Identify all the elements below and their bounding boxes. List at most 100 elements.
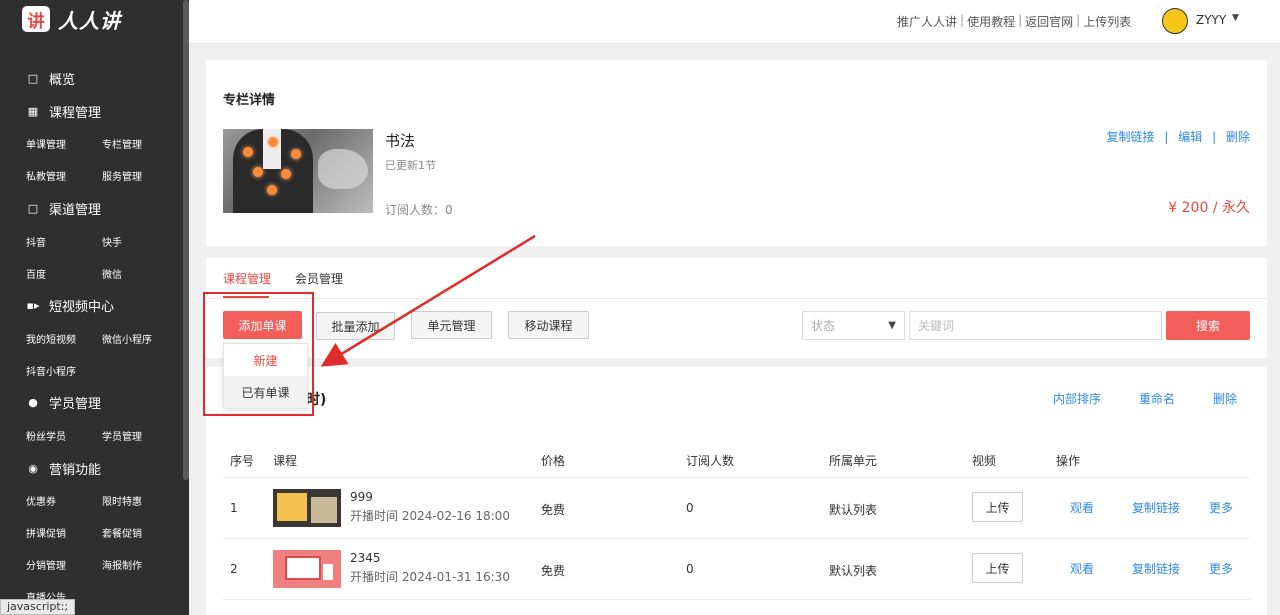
sidebar-item-fans[interactable]: 粉丝学员 [26, 428, 66, 443]
sidebar-item-douyin-mini[interactable]: 抖音小程序 [26, 363, 76, 378]
nav-section-label: 概览 [49, 73, 76, 88]
action-separator: | [1164, 130, 1169, 144]
col-unit: 所属单元 [829, 454, 878, 468]
status-bar-url: javascript:; [0, 599, 76, 615]
column-cover-image [223, 129, 373, 213]
copy-link-link[interactable]: 复制链接 [1132, 560, 1180, 577]
nav-section-label: 渠道管理 [49, 203, 102, 218]
col-subscribers: 订阅人数 [686, 454, 735, 468]
table-row: 1 999 开播时间 2024-02-16 18:00 免费 0 默认列表 上传… [223, 479, 1250, 539]
sidebar-item-coupon[interactable]: 优惠券 [26, 493, 56, 508]
inner-sort-button[interactable]: 内部排序 [1053, 390, 1101, 407]
user-icon: ● [28, 396, 38, 409]
column-detail-card: 专栏详情 书法 已更新1节 订阅人数：0 复制链接 | 编辑 | 删除 ¥ 20… [206, 60, 1267, 246]
sidebar-item-wechat[interactable]: 微信 [102, 266, 122, 281]
course-unit: 默认列表 [829, 564, 878, 578]
nav-section-overview[interactable]: □ 概览 [26, 69, 75, 88]
column-name: 书法 [385, 132, 416, 150]
move-course-button[interactable]: 移动课程 [508, 311, 589, 339]
username[interactable]: ZYYY [1196, 13, 1226, 27]
sidebar-item-column[interactable]: 专栏管理 [102, 136, 142, 151]
bag-icon: ◉ [28, 462, 38, 475]
nav-section-label: 课程管理 [49, 106, 102, 121]
edit-button[interactable]: 编辑 [1178, 130, 1202, 144]
course-subscribers: 0 [686, 501, 694, 515]
sidebar-item-service[interactable]: 服务管理 [102, 168, 142, 183]
top-link-promote[interactable]: 推广人人讲 [897, 13, 957, 30]
divider [206, 298, 1267, 299]
sidebar-item-baidu[interactable]: 百度 [26, 266, 46, 281]
course-title[interactable]: 999 [350, 490, 373, 504]
column-price: ¥ 200 / 永久 [1168, 200, 1250, 216]
logo[interactable]: 讲 人人讲 [22, 6, 121, 33]
watch-link[interactable]: 观看 [1070, 499, 1094, 516]
col-price: 价格 [541, 454, 566, 468]
course-subscribers: 0 [686, 562, 694, 576]
sidebar-item-private[interactable]: 私教管理 [26, 168, 66, 183]
watch-link[interactable]: 观看 [1070, 560, 1094, 577]
sidebar-item-package[interactable]: 套餐促销 [102, 525, 142, 540]
column-actions: 复制链接 | 编辑 | 删除 [1107, 128, 1250, 145]
nav-section-label: 短视频中心 [49, 300, 115, 315]
delete-button[interactable]: 删除 [1226, 130, 1250, 144]
batch-add-button[interactable]: 批量添加 [316, 312, 395, 340]
course-unit: 默认列表 [829, 503, 878, 517]
caret-down-icon: ▼ [888, 320, 896, 331]
grid-icon: ▦ [27, 105, 39, 118]
top-bar: 推广人人讲 | 使用教程 | 返回官网 | 上传列表 ZYYY ▼ [189, 0, 1280, 44]
video-icon: ▪▸ [26, 299, 40, 312]
keyword-input[interactable] [909, 311, 1162, 340]
sidebar-item-wechat-mini[interactable]: 微信小程序 [102, 331, 152, 346]
rename-button[interactable]: 重命名 [1139, 390, 1175, 407]
nav-section-short-video[interactable]: ▪▸ 短视频中心 [26, 296, 115, 315]
sidebar-scrollbar[interactable] [183, 0, 189, 480]
search-button[interactable]: 搜索 [1166, 311, 1250, 340]
tab-course-manage[interactable]: 课程管理 [223, 270, 271, 287]
more-link[interactable]: 更多 [1209, 499, 1233, 516]
status-select-placeholder: 状态 [811, 319, 836, 333]
sidebar-item-group-buy[interactable]: 拼课促销 [26, 525, 66, 540]
col-ops: 操作 [1056, 454, 1081, 468]
top-link-tutorial[interactable]: 使用教程 [967, 13, 1015, 30]
copy-link-button[interactable]: 复制链接 [1107, 130, 1155, 144]
course-time: 开播时间 2024-02-16 18:00 [350, 509, 510, 523]
col-index: 序号 [230, 454, 255, 468]
course-thumbnail [273, 489, 341, 527]
course-title[interactable]: 2345 [350, 551, 381, 565]
top-link-separator: | [960, 13, 965, 27]
unit-delete-button[interactable]: 删除 [1213, 390, 1237, 407]
course-price: 免费 [541, 503, 566, 517]
nav-section-marketing[interactable]: ◉ 营销功能 [26, 459, 101, 478]
nav-section-students[interactable]: ● 学员管理 [26, 393, 101, 412]
top-links: 推广人人讲 | 使用教程 | 返回官网 | 上传列表 [897, 13, 1131, 30]
course-toolbar-card: 课程管理 会员管理 添加单课 批量添加 单元管理 移动课程 状态 ▼ 搜索 [206, 258, 1267, 358]
col-video: 视频 [972, 454, 997, 468]
unit-manage-button[interactable]: 单元管理 [411, 311, 492, 339]
sidebar-item-student-manage[interactable]: 学员管理 [102, 428, 142, 443]
top-link-separator: | [1018, 13, 1023, 27]
avatar[interactable] [1162, 8, 1188, 34]
top-link-upload-list[interactable]: 上传列表 [1083, 13, 1131, 30]
sidebar-item-distribution[interactable]: 分销管理 [26, 557, 66, 572]
upload-video-button[interactable]: 上传 [972, 492, 1023, 522]
course-price: 免费 [541, 564, 566, 578]
sidebar-item-my-videos[interactable]: 我的短视频 [26, 331, 76, 346]
upload-video-button[interactable]: 上传 [972, 553, 1023, 583]
table-header: 序号 课程 价格 订阅人数 所属单元 视频 操作 [223, 450, 1250, 478]
row-index: 1 [230, 501, 238, 515]
copy-link-link[interactable]: 复制链接 [1132, 499, 1180, 516]
tab-member-manage[interactable]: 会员管理 [295, 270, 343, 287]
sidebar-item-kuaishou[interactable]: 快手 [102, 234, 122, 249]
sidebar: 讲 人人讲 □ 概览 ▦ 课程管理 单课管理 专栏管理 私教管理 服务管理 □ … [0, 0, 189, 615]
sidebar-item-flash-sale[interactable]: 限时特惠 [102, 493, 142, 508]
sidebar-item-single-course[interactable]: 单课管理 [26, 136, 66, 151]
chevron-down-icon[interactable]: ▼ [1232, 13, 1239, 23]
sidebar-item-poster[interactable]: 海报制作 [102, 557, 142, 572]
annotation-highlight-box [203, 292, 314, 416]
nav-section-course[interactable]: ▦ 课程管理 [26, 102, 101, 121]
top-link-official-site[interactable]: 返回官网 [1025, 13, 1073, 30]
nav-section-channel[interactable]: □ 渠道管理 [26, 199, 101, 218]
status-select[interactable]: 状态 ▼ [802, 311, 905, 340]
more-link[interactable]: 更多 [1209, 560, 1233, 577]
sidebar-item-douyin[interactable]: 抖音 [26, 234, 46, 249]
